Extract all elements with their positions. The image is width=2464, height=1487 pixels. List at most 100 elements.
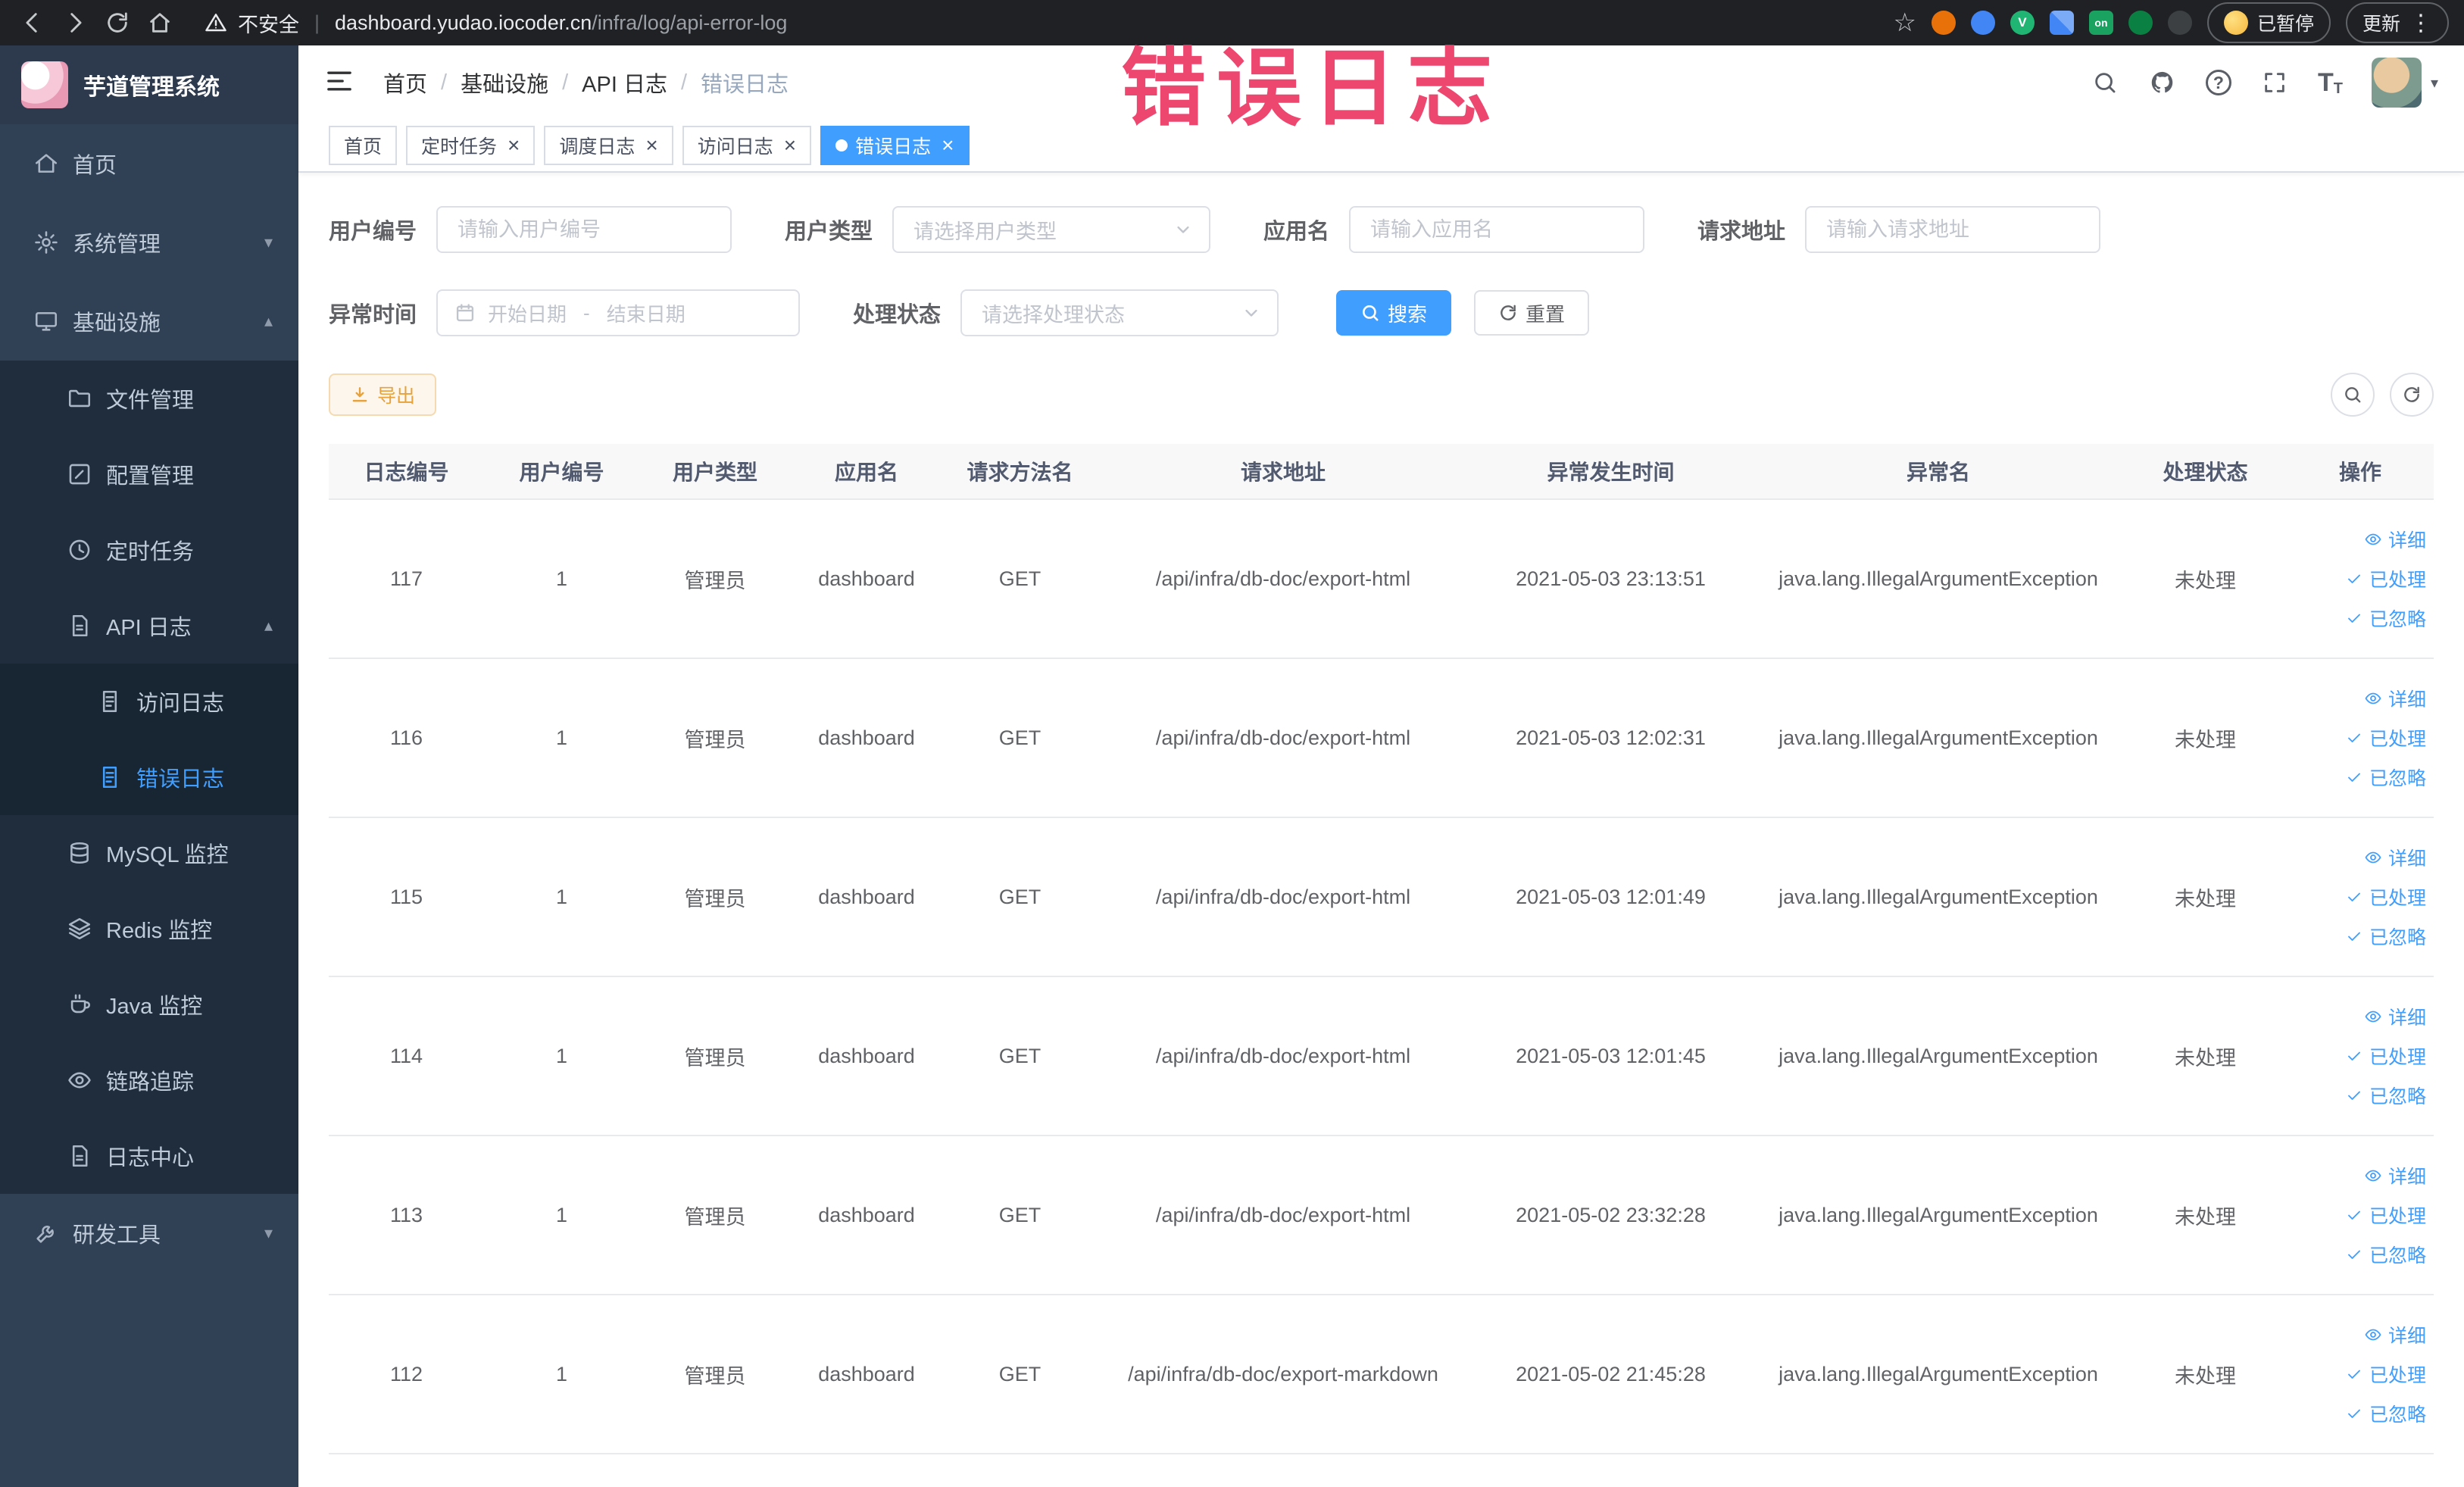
sidebar-item-redis[interactable]: Redis 监控 xyxy=(0,891,298,967)
clock-icon xyxy=(67,537,92,563)
action-processed-link[interactable]: 已处理 xyxy=(2345,1201,2426,1229)
action-ignored-link[interactable]: 已忽略 xyxy=(2345,1241,2426,1268)
action-detail-link[interactable]: 详细 xyxy=(2364,526,2426,553)
breadcrumb-item[interactable]: 基础设施 xyxy=(461,67,548,98)
sidebar-item-trace[interactable]: 链路追踪 xyxy=(0,1042,298,1118)
search-button[interactable]: 搜索 xyxy=(1336,290,1452,336)
close-icon[interactable]: × xyxy=(942,135,954,156)
export-button[interactable]: 导出 xyxy=(329,373,437,416)
sidebar-item-label: 定时任务 xyxy=(106,540,195,564)
action-detail-link[interactable]: 详细 xyxy=(2364,685,2426,712)
close-icon[interactable]: × xyxy=(784,135,796,156)
close-icon[interactable]: × xyxy=(507,135,520,156)
extension-leaf-icon[interactable] xyxy=(2128,11,2153,35)
cell-status: 未处理 xyxy=(2175,569,2236,592)
font-size-icon[interactable]: TT xyxy=(2318,68,2343,98)
chevron-up-icon: ▴ xyxy=(264,311,273,330)
sidebar-item-job[interactable]: 定时任务 xyxy=(0,512,298,588)
toggle-search-button[interactable] xyxy=(2331,373,2375,417)
action-ignored-link[interactable]: 已忽略 xyxy=(2345,1400,2426,1427)
extension-paw-icon[interactable] xyxy=(2167,11,2192,35)
reload-icon[interactable] xyxy=(100,5,135,40)
extension-orange-icon[interactable] xyxy=(1931,11,1956,35)
action-ignored-link[interactable]: 已忽略 xyxy=(2345,1082,2426,1109)
cell-exception: java.lang.IllegalArgumentException xyxy=(1779,885,2098,908)
tab-job[interactable]: 定时任务 × xyxy=(406,126,536,165)
request-url-label: 请求地址 xyxy=(1697,220,1786,244)
action-detail-link[interactable]: 详细 xyxy=(2364,844,2426,871)
cell-exception: java.lang.IllegalArgumentException xyxy=(1779,567,2098,590)
sidebar-item-system[interactable]: 系统管理 ▾ xyxy=(0,203,298,282)
home-browser-icon[interactable] xyxy=(142,5,177,40)
update-button[interactable]: 更新 ⋮ xyxy=(2345,2,2449,43)
bookmark-star-icon[interactable]: ☆ xyxy=(1893,10,1916,36)
forward-icon[interactable] xyxy=(58,5,92,40)
exception-time-range[interactable]: 开始日期 - 结束日期 xyxy=(436,289,801,336)
help-icon[interactable]: ? xyxy=(2205,70,2231,95)
extension-blue-icon[interactable] xyxy=(1970,11,1995,35)
action-processed-link[interactable]: 已处理 xyxy=(2345,883,2426,911)
breadcrumb-item[interactable]: 首页 xyxy=(383,67,427,98)
tab-error-log[interactable]: 错误日志 × xyxy=(820,126,970,165)
sidebar-item-mysql[interactable]: MySQL 监控 xyxy=(0,815,298,891)
cell-actions: 详细已处理已忽略 xyxy=(2287,526,2434,632)
check-icon xyxy=(2345,570,2363,588)
browser-menu-icon[interactable]: ⋮ xyxy=(2409,10,2432,36)
user-type-select[interactable]: 请选择用户类型 xyxy=(892,206,1211,253)
process-status-select[interactable]: 请选择处理状态 xyxy=(960,289,1279,336)
action-label: 已忽略 xyxy=(2369,768,2426,789)
sidebar-item-file[interactable]: 文件管理 xyxy=(0,361,298,436)
action-detail-link[interactable]: 详细 xyxy=(2364,1162,2426,1189)
sidebar-item-devtools[interactable]: 研发工具 ▾ xyxy=(0,1194,298,1273)
action-detail-link[interactable]: 详细 xyxy=(2364,1321,2426,1348)
action-ignored-link[interactable]: 已忽略 xyxy=(2345,923,2426,950)
extension-grid-icon[interactable] xyxy=(2049,11,2074,35)
action-label: 详细 xyxy=(2387,1167,2426,1188)
tab-home[interactable]: 首页 xyxy=(329,126,398,165)
user-menu[interactable]: ▾ xyxy=(2371,58,2438,108)
profile-paused-badge[interactable]: 已暂停 xyxy=(2206,2,2331,43)
action-processed-link[interactable]: 已处理 xyxy=(2345,1042,2426,1070)
app-name-input[interactable] xyxy=(1349,206,1645,253)
action-ignored-link[interactable]: 已忽略 xyxy=(2345,764,2426,791)
tab-access-log[interactable]: 访问日志 × xyxy=(682,126,812,165)
hamburger-icon[interactable] xyxy=(324,66,358,99)
extension-on-icon[interactable]: on xyxy=(2088,11,2113,35)
action-detail-link[interactable]: 详细 xyxy=(2364,1003,2426,1030)
action-processed-link[interactable]: 已处理 xyxy=(2345,1360,2426,1388)
sidebar-item-label: 系统管理 xyxy=(73,233,161,257)
sidebar-item-log-center[interactable]: 日志中心 xyxy=(0,1118,298,1194)
sidebar-item-config[interactable]: 配置管理 xyxy=(0,436,298,512)
action-label: 详细 xyxy=(2387,1007,2426,1029)
fullscreen-icon[interactable] xyxy=(2260,68,2289,97)
logo[interactable]: 芋道管理系统 xyxy=(0,45,298,124)
github-icon[interactable] xyxy=(2148,68,2177,97)
action-processed-link[interactable]: 已处理 xyxy=(2345,565,2426,592)
header-search-icon[interactable] xyxy=(2091,68,2119,97)
back-icon[interactable] xyxy=(15,5,50,40)
sidebar-item-label: 链路追踪 xyxy=(106,1070,195,1095)
column-header: 用户编号 xyxy=(519,461,604,484)
tab-job-log[interactable]: 调度日志 × xyxy=(544,126,673,165)
sidebar-item-error-log[interactable]: 错误日志 xyxy=(0,739,298,815)
sidebar-item-home[interactable]: 首页 xyxy=(0,124,298,203)
user-id-input[interactable] xyxy=(436,206,732,253)
sidebar-item-access-log[interactable]: 访问日志 xyxy=(0,664,298,739)
reset-button[interactable]: 重置 xyxy=(1474,290,1590,336)
sidebar-item-api-log[interactable]: API 日志 ▴ xyxy=(0,588,298,664)
cell-exception: java.lang.IllegalArgumentException xyxy=(1779,726,2098,749)
sidebar-item-label: 基础设施 xyxy=(73,311,161,336)
action-processed-link[interactable]: 已处理 xyxy=(2345,724,2426,751)
cell-status: 未处理 xyxy=(2175,887,2236,911)
request-url-input[interactable] xyxy=(1805,206,2101,253)
sidebar-item-label: 日志中心 xyxy=(106,1146,195,1170)
breadcrumb-item[interactable]: API 日志 xyxy=(582,67,667,98)
sidebar-item-java[interactable]: Java 监控 xyxy=(0,967,298,1042)
url-bar[interactable]: 不安全 | dashboard.yudao.iocoder.cn/infra/l… xyxy=(205,8,787,38)
refresh-table-button[interactable] xyxy=(2390,373,2434,417)
sidebar-item-infrastructure[interactable]: 基础设施 ▴ xyxy=(0,282,298,361)
extension-green-v-icon[interactable]: V xyxy=(2010,11,2035,35)
close-icon[interactable]: × xyxy=(645,135,657,156)
cell-method: GET xyxy=(998,567,1042,590)
action-ignored-link[interactable]: 已忽略 xyxy=(2345,604,2426,632)
